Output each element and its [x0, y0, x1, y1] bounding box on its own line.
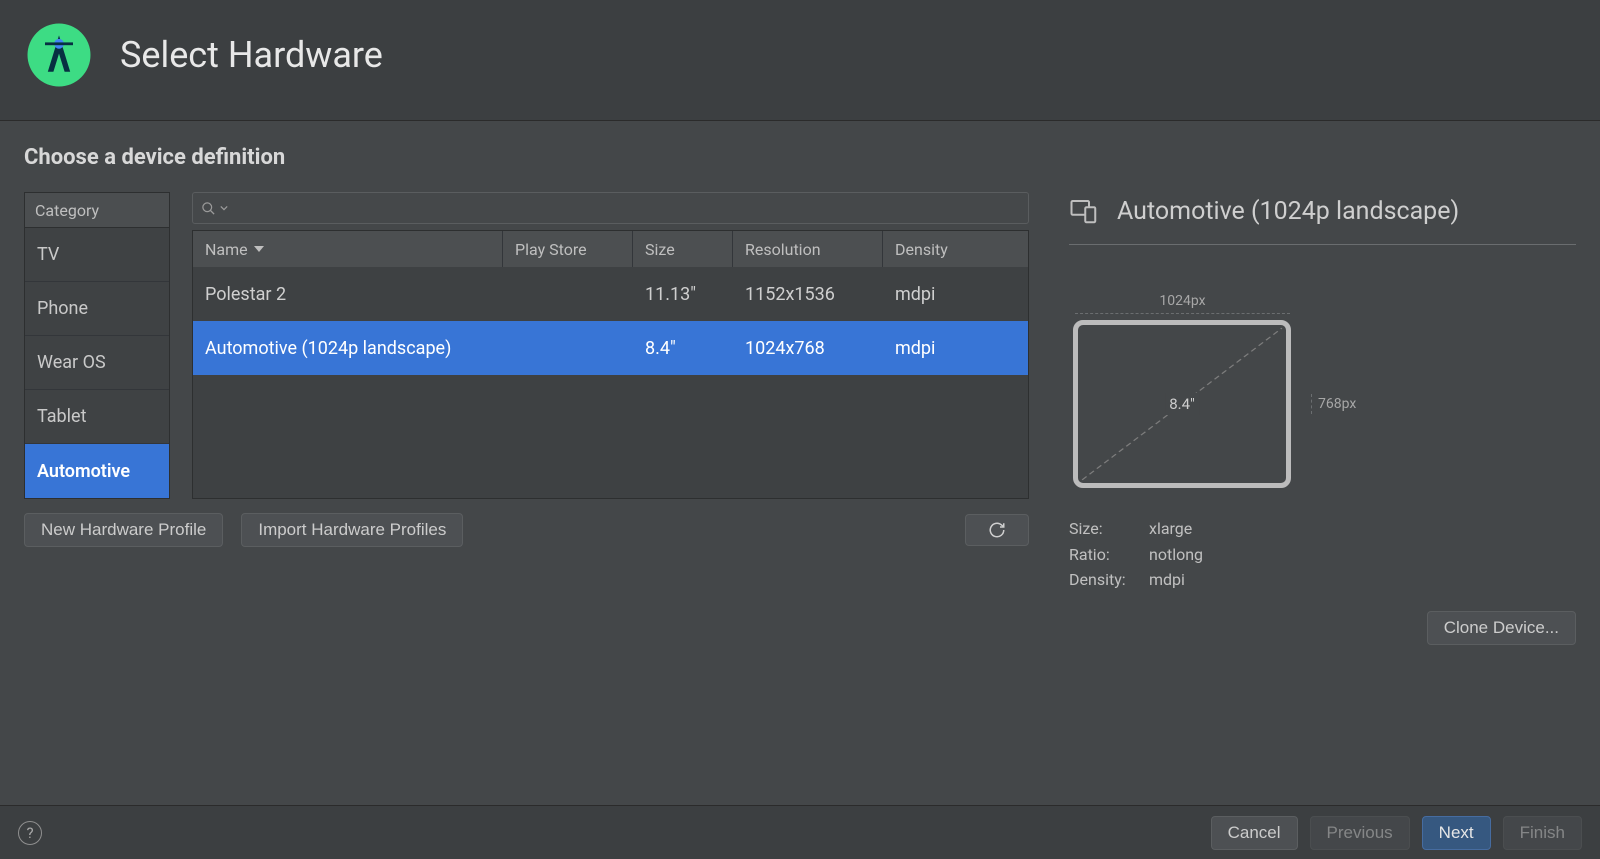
category-column-header: Category: [24, 192, 170, 228]
diagram-height-label: 768px: [1311, 394, 1356, 414]
column-header-play-store[interactable]: Play Store: [503, 231, 633, 267]
cell-density: mdpi: [883, 321, 1028, 375]
spec-label: Size:: [1069, 516, 1147, 542]
device-table-body: Polestar 211.13"1152x1536mdpiAutomotive …: [193, 267, 1028, 375]
spec-value: mdpi: [1149, 567, 1185, 593]
sort-descending-icon: [254, 246, 264, 252]
dialog-body: Choose a device definition Category TVPh…: [0, 121, 1600, 805]
device-row[interactable]: Polestar 2 11.13"1152x1536mdpi: [193, 267, 1028, 321]
device-table-header: NamePlay StoreSizeResolutionDensity: [193, 231, 1028, 267]
detail-title: Automotive (1024p landscape): [1117, 197, 1459, 226]
device-search-input[interactable]: [232, 200, 1020, 217]
search-dropdown-icon: [220, 204, 228, 212]
column-header-resolution[interactable]: Resolution: [733, 231, 883, 267]
diagram-width-label: 1024px: [1075, 293, 1290, 314]
dialog-header: Select Hardware: [0, 0, 1600, 121]
spec-row: Density:mdpi: [1069, 567, 1576, 593]
category-item-tablet[interactable]: Tablet: [25, 390, 169, 444]
android-studio-logo-icon: [24, 20, 94, 90]
finish-button[interactable]: Finish: [1503, 816, 1582, 850]
previous-button[interactable]: Previous: [1310, 816, 1410, 850]
cell-playStore: [503, 321, 633, 375]
help-button[interactable]: ?: [18, 821, 42, 845]
device-row[interactable]: Automotive (1024p landscape) 8.4"1024x768…: [193, 321, 1028, 375]
category-item-automotive[interactable]: Automotive: [25, 444, 169, 498]
cancel-button[interactable]: Cancel: [1211, 816, 1298, 850]
spec-value: notlong: [1149, 542, 1203, 568]
cell-resolution: 1024x768: [733, 321, 883, 375]
dialog-footer: ? Cancel Previous Next Finish: [0, 805, 1600, 859]
category-item-phone[interactable]: Phone: [25, 282, 169, 336]
search-icon: [201, 201, 216, 216]
next-button[interactable]: Next: [1422, 816, 1491, 850]
cell-name: Polestar 2: [193, 267, 503, 321]
page-subtitle: Choose a device definition: [24, 145, 1576, 170]
column-header-density[interactable]: Density: [883, 231, 1028, 267]
device-search-wrap[interactable]: [192, 192, 1029, 224]
category-item-wear-os[interactable]: Wear OS: [25, 336, 169, 390]
spec-row: Ratio:notlong: [1069, 542, 1576, 568]
category-list: TVPhoneWear OSTabletAutomotive: [24, 228, 170, 499]
devices-icon: [1069, 196, 1099, 226]
device-spec-list: Size:xlargeRatio:notlongDensity:mdpi: [1069, 516, 1576, 593]
spec-label: Ratio:: [1069, 542, 1147, 568]
refresh-button[interactable]: [965, 514, 1029, 546]
new-hardware-profile-button[interactable]: New Hardware Profile: [24, 513, 223, 547]
cell-resolution: 1152x1536: [733, 267, 883, 321]
cell-playStore: [503, 267, 633, 321]
cell-size: 11.13": [633, 267, 733, 321]
spec-label: Density:: [1069, 567, 1147, 593]
clone-device-button[interactable]: Clone Device...: [1427, 611, 1576, 645]
cell-size: 8.4": [633, 321, 733, 375]
diagram-screen-rect: 8.4": [1073, 320, 1291, 488]
column-header-size[interactable]: Size: [633, 231, 733, 267]
import-hardware-profiles-button[interactable]: Import Hardware Profiles: [241, 513, 463, 547]
spec-row: Size:xlarge: [1069, 516, 1576, 542]
cell-name: Automotive (1024p landscape): [193, 321, 503, 375]
spec-value: xlarge: [1149, 516, 1192, 542]
category-item-tv[interactable]: TV: [25, 228, 169, 282]
diagram-diagonal-label: 8.4": [1165, 393, 1199, 415]
refresh-icon: [988, 521, 1006, 539]
device-dimension-diagram: 1024px 8.4" 768px: [1073, 293, 1363, 488]
device-detail-panel: Automotive (1024p landscape) 1024px 8.4"…: [1069, 192, 1576, 781]
cell-density: mdpi: [883, 267, 1028, 321]
device-table: NamePlay StoreSizeResolutionDensity Pole…: [192, 230, 1029, 499]
column-header-name[interactable]: Name: [193, 231, 503, 267]
dialog-title: Select Hardware: [120, 34, 383, 76]
